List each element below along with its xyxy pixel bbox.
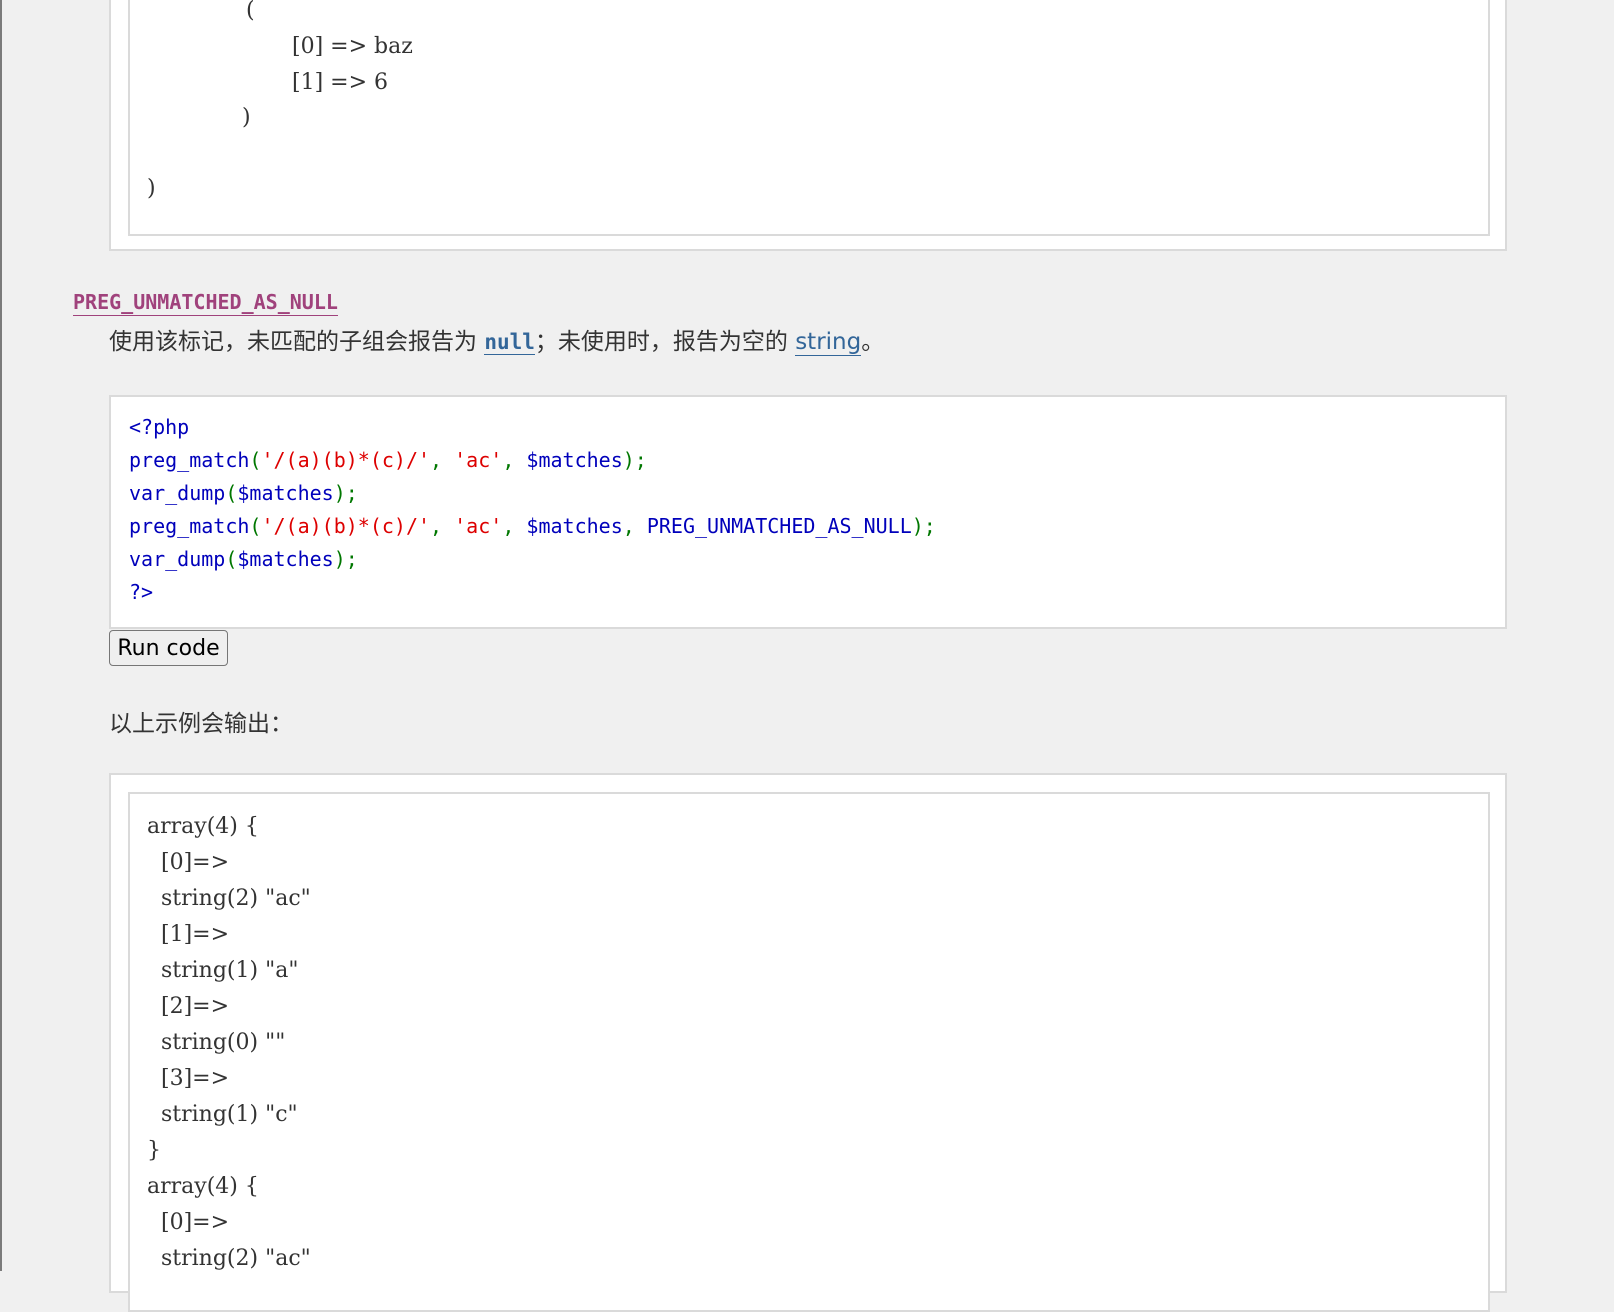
code-line: preg_match('/(a)(b)*(c)/', 'ac', $matche… xyxy=(129,448,647,472)
constant-description: 使用该标记，未匹配的子组会报告为 null；未使用时，报告为空的 string。 xyxy=(109,322,884,356)
output-line: [1]=> xyxy=(147,922,230,947)
code-punct: ); xyxy=(911,514,936,538)
run-code-button[interactable]: Run code xyxy=(109,630,228,666)
code-variable: $matches xyxy=(237,547,334,571)
output-line: string(2) "ac" xyxy=(147,1246,311,1271)
code-string: 'ac' xyxy=(454,514,503,538)
bottom-example-output-box: array(4) { [0]=> string(2) "ac" [1]=> st… xyxy=(109,773,1507,1312)
null-literal-link[interactable]: null xyxy=(484,330,535,355)
top-example-output-pre: ( [0] => baz [1] => 6 ) ) xyxy=(128,0,1490,236)
code-punct: ); xyxy=(333,547,358,571)
left-border xyxy=(0,0,2,1271)
constant-name-term: PREG_UNMATCHED_AS_NULL xyxy=(73,290,338,316)
php-open-tag: <?php xyxy=(129,415,190,439)
code-punct: , xyxy=(430,448,455,472)
php-close-tag: ?> xyxy=(129,580,154,604)
code-punct: ( xyxy=(225,481,238,505)
output-line: [0]=> xyxy=(147,1210,230,1235)
code-example-box: <?php preg_match('/(a)(b)*(c)/', 'ac', $… xyxy=(109,395,1507,629)
output-line: ) xyxy=(242,105,251,130)
code-punct: ); xyxy=(622,448,647,472)
output-line: [0] => baz xyxy=(292,34,413,59)
bottom-example-output-pre: array(4) { [0]=> string(2) "ac" [1]=> st… xyxy=(128,792,1490,1312)
code-punct: ( xyxy=(249,448,262,472)
code-punct: , xyxy=(430,514,455,538)
code-function: var_dump xyxy=(129,547,226,571)
code-line: var_dump($matches); xyxy=(129,481,358,505)
code-line: <?php xyxy=(129,415,189,439)
output-line: ) xyxy=(147,176,156,201)
output-line: array(4) { xyxy=(147,814,259,839)
code-string: '/(a)(b)*(c)/' xyxy=(261,514,431,538)
output-line: array(4) { xyxy=(147,1174,259,1199)
code-punct: ( xyxy=(249,514,262,538)
code-variable: $matches xyxy=(237,481,334,505)
code-string: '/(a)(b)*(c)/' xyxy=(261,448,431,472)
output-line: [3]=> xyxy=(147,1066,230,1091)
output-line: string(1) "a" xyxy=(147,958,299,983)
code-line: preg_match('/(a)(b)*(c)/', 'ac', $matche… xyxy=(129,514,936,538)
code-punct: , xyxy=(502,448,527,472)
string-type-link[interactable]: string xyxy=(795,329,862,356)
code-punct: , xyxy=(622,514,647,538)
code-line: var_dump($matches); xyxy=(129,547,358,571)
code-variable: $matches xyxy=(526,448,623,472)
output-line: } xyxy=(147,1138,161,1163)
code-punct: ( xyxy=(225,547,238,571)
code-line: ?> xyxy=(129,580,153,604)
description-text: ；未使用时，报告为空的 xyxy=(534,329,796,355)
output-line: string(0) "" xyxy=(147,1030,286,1055)
code-function: var_dump xyxy=(129,481,226,505)
description-text: 使用该标记，未匹配的子组会报告为 xyxy=(109,329,485,355)
code-punct: , xyxy=(502,514,527,538)
top-example-output-box: ( [0] => baz [1] => 6 ) ) xyxy=(109,0,1507,251)
output-line: [2]=> xyxy=(147,994,230,1019)
code-punct: ); xyxy=(333,481,358,505)
output-line: string(1) "c" xyxy=(147,1102,298,1127)
output-line: [0]=> xyxy=(147,850,230,875)
code-function: preg_match xyxy=(129,448,250,472)
code-string: 'ac' xyxy=(454,448,503,472)
description-text: 。 xyxy=(861,329,885,355)
output-line: ( xyxy=(246,0,255,23)
example-output-caption: 以上示例会输出： xyxy=(109,711,293,737)
output-line: [1] => 6 xyxy=(292,70,389,95)
output-line: string(2) "ac" xyxy=(147,886,311,911)
code-constant: PREG_UNMATCHED_AS_NULL xyxy=(646,514,912,538)
code-variable: $matches xyxy=(526,514,623,538)
code-function: preg_match xyxy=(129,514,250,538)
